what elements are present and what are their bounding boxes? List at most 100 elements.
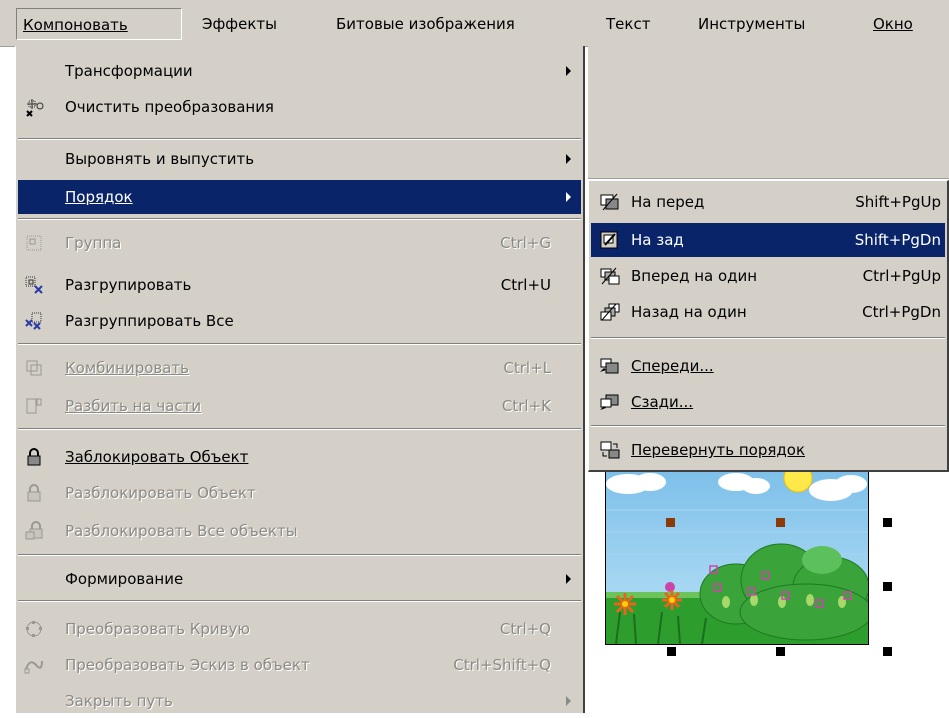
submenu-item-label: На зад: [631, 231, 684, 249]
selection-handle[interactable]: [883, 582, 892, 591]
submenu-item-shortcut: Ctrl+PgDn: [862, 303, 941, 321]
menu-item-label: Трансформации: [65, 62, 193, 80]
menu-item-label: Очистить преобразования: [65, 98, 274, 116]
submenu-item-to-front[interactable]: На перед Shift+PgUp: [591, 185, 945, 219]
menubar: Компоновать Эффекты Битовые изображения …: [0, 0, 949, 47]
submenu-arrow-icon: [566, 696, 571, 706]
menu-item-shortcut: Ctrl+L: [503, 359, 551, 377]
menu-item-shortcut: Ctrl+Q: [499, 620, 551, 638]
submenu-item-behind[interactable]: Сзади...: [591, 385, 945, 419]
unlock-icon: [27, 484, 41, 502]
selection-handle[interactable]: [883, 518, 892, 527]
submenu-item-in-front-of[interactable]: Спереди...: [591, 349, 945, 383]
back-one-icon: [600, 303, 620, 321]
ungroup-icon: [25, 276, 43, 294]
submenu-item-label: Перевернуть порядок: [631, 441, 806, 459]
menubar-item-label: Битовые изображения: [336, 15, 515, 33]
menu-item-label: Преобразовать Кривую: [65, 620, 250, 638]
submenu-item-reverse-order[interactable]: Перевернуть порядок: [591, 433, 945, 467]
menu-item-unlock-all[interactable]: Разблокировать Все объекты: [18, 514, 581, 548]
convert-outline-icon: [24, 660, 43, 674]
menu-separator: [18, 343, 581, 345]
menubar-item-text[interactable]: Текст: [600, 8, 656, 40]
submenu-item-to-back[interactable]: На зад Shift+PgDn: [591, 223, 945, 257]
menu-separator: [18, 554, 581, 556]
menu-separator: [18, 600, 581, 602]
menubar-item-tools[interactable]: Инструменты: [692, 8, 811, 40]
lock-icon: [27, 448, 41, 466]
menu-item-clear-transformations[interactable]: Очистить преобразования: [18, 90, 581, 124]
menubar-item-label: Окно: [873, 15, 913, 33]
group-icon: [26, 235, 42, 251]
selection-handle[interactable]: [776, 647, 785, 656]
submenu-separator: [591, 425, 945, 427]
clear-transform-icon: [26, 99, 44, 117]
object-node-handle[interactable]: [666, 518, 675, 527]
to-back-icon: [600, 231, 618, 249]
submenu-separator: [591, 337, 945, 339]
menubar-item-window[interactable]: Окно: [867, 8, 919, 40]
submenu-arrow-icon: [566, 192, 571, 202]
submenu-item-shortcut: Shift+PgDn: [854, 231, 941, 249]
selection-handle[interactable]: [667, 647, 676, 656]
menu-item-group[interactable]: Группа Ctrl+G: [18, 226, 581, 260]
menubar-item-label: Компоновать: [23, 16, 128, 34]
menu-item-label: Комбинировать: [65, 359, 190, 377]
order-submenu: На перед Shift+PgUp На зад Shift+PgDn Вп…: [588, 180, 949, 472]
menubar-item-label: Инструменты: [698, 15, 806, 33]
submenu-arrow-icon: [566, 66, 571, 76]
unlock-all-icon: [25, 521, 43, 540]
in-front-of-icon: [600, 358, 619, 374]
reverse-order-icon: [600, 441, 620, 459]
forward-one-icon: [600, 267, 620, 285]
menubar-item-arrange[interactable]: Компоновать: [16, 8, 182, 40]
break-apart-icon: [26, 398, 42, 414]
menu-item-order[interactable]: Порядок: [18, 180, 581, 214]
menubar-item-label: Эффекты: [202, 15, 277, 33]
menu-item-convert-to-curve[interactable]: Преобразовать Кривую Ctrl+Q: [18, 612, 581, 646]
menu-separator: [18, 428, 581, 430]
menu-item-unlock-object[interactable]: Разблокировать Объект: [18, 476, 581, 510]
canvas-illustration: [605, 472, 869, 645]
submenu-item-shortcut: Shift+PgUp: [855, 193, 941, 211]
convert-curve-icon: [26, 621, 42, 637]
menu-item-label: Разбить на части: [65, 397, 202, 415]
submenu-arrow-icon: [566, 574, 571, 584]
menu-item-break-apart[interactable]: Разбить на части Ctrl+K: [18, 389, 581, 423]
menu-item-align-distribute[interactable]: Выровнять и выпустить: [18, 142, 581, 176]
menu-item-shaping[interactable]: Формирование: [18, 562, 581, 596]
landscape-image: [606, 472, 868, 644]
arrange-menu: Трансформации Очистить преобразования Вы…: [15, 46, 585, 713]
menu-item-ungroup[interactable]: Разгрупировать Ctrl+U: [18, 268, 581, 302]
menubar-item-bitmaps[interactable]: Битовые изображения: [330, 8, 521, 40]
selection-handle[interactable]: [883, 647, 892, 656]
menu-item-lock-object[interactable]: Заблокировать Объект: [18, 440, 581, 474]
menu-item-label: Выровнять и выпустить: [65, 150, 255, 168]
background-panel: [588, 46, 949, 179]
menu-item-ungroup-all[interactable]: Разгруппировать Все: [18, 304, 581, 338]
submenu-item-forward-one[interactable]: Вперед на один Ctrl+PgUp: [591, 259, 945, 293]
menu-item-label: Преобразовать Эскиз в объект: [65, 656, 310, 674]
menu-item-label: Разблокировать Объект: [65, 484, 256, 502]
object-node-handle[interactable]: [776, 518, 785, 527]
menu-item-convert-outline[interactable]: Преобразовать Эскиз в объект Ctrl+Shift+…: [18, 648, 581, 682]
menu-item-shortcut: Ctrl+G: [500, 234, 551, 252]
ungroup-all-icon: [25, 312, 42, 330]
behind-icon: [600, 394, 619, 410]
submenu-item-back-one[interactable]: Назад на один Ctrl+PgDn: [591, 295, 945, 329]
menu-item-label: Разгрупировать: [65, 276, 192, 294]
menu-item-transformations[interactable]: Трансформации: [18, 54, 581, 88]
menu-separator: [18, 138, 581, 140]
menu-item-label: Разгруппировать Все: [65, 312, 234, 330]
menu-item-label: Заблокировать Объект: [65, 448, 249, 466]
menu-item-combine[interactable]: Комбинировать Ctrl+L: [18, 351, 581, 385]
submenu-item-label: Спереди...: [631, 357, 714, 375]
menubar-item-effects[interactable]: Эффекты: [196, 8, 283, 40]
submenu-item-shortcut: Ctrl+PgUp: [862, 267, 941, 285]
submenu-item-label: Вперед на один: [631, 267, 758, 285]
submenu-item-label: Сзади...: [631, 393, 694, 411]
submenu-item-label: Назад на один: [631, 303, 747, 321]
menu-item-label: Порядок: [65, 188, 133, 206]
menu-item-shortcut: Ctrl+U: [500, 276, 551, 294]
menu-separator: [18, 218, 581, 220]
